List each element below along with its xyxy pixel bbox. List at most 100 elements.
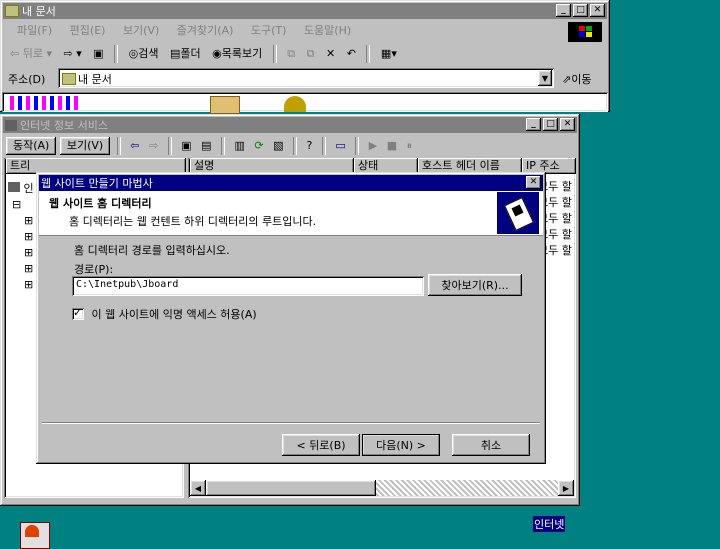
search-icon: ◎ xyxy=(128,47,139,60)
scroll-left-button[interactable]: ◀ xyxy=(190,480,206,496)
menu-favorites[interactable]: 즐겨찾기(A) xyxy=(170,22,241,40)
globe-icon[interactable] xyxy=(284,96,306,112)
tree-root[interactable]: 인 xyxy=(8,180,34,196)
help-icon[interactable]: ? xyxy=(304,139,316,152)
maximize-button[interactable]: □ xyxy=(573,4,588,17)
next-button[interactable]: 다음(N) > xyxy=(362,434,440,456)
back-button[interactable]: ⇦ 뒤로 ▾ xyxy=(6,47,56,60)
menu-file[interactable]: 파일(F) xyxy=(10,22,59,40)
file-icon[interactable] xyxy=(10,96,80,110)
path-label: 경로(P): xyxy=(74,263,114,276)
desktop-icon[interactable] xyxy=(20,522,50,549)
tree-expand-icon[interactable]: ⊟ xyxy=(12,198,21,211)
folders-button[interactable]: ▤폴더 xyxy=(166,47,205,60)
back-label: 뒤로 xyxy=(22,47,43,60)
iis-titlebar[interactable]: 인터넷 정보 서비스 _ □ ✕ xyxy=(3,117,577,133)
history-button[interactable]: ◉목록보기 xyxy=(208,47,266,60)
anon-access-checkbox-row[interactable]: ✓ 이 웹 사이트에 익명 액세스 허용(A) xyxy=(72,306,257,322)
computer-icon[interactable]: ▭ xyxy=(332,139,348,152)
toolbar-separator xyxy=(114,45,119,63)
go-button[interactable]: ⇗이동 xyxy=(562,71,591,87)
folders-icon: ▤ xyxy=(170,47,181,60)
forward-button[interactable]: ⇨ ▾ xyxy=(60,47,86,60)
wizard-title: 웹 사이트 만들기 마법사 xyxy=(41,177,153,190)
menu-help[interactable]: 도움말(H) xyxy=(297,22,358,40)
tree-expand-icon[interactable]: ⊞ xyxy=(24,278,33,291)
copy-to-icon[interactable]: ⧉ xyxy=(303,47,319,60)
iis-icon xyxy=(5,119,17,131)
play-icon[interactable]: ▶ xyxy=(366,139,380,152)
path-value: C:\Inetpub\Jboard xyxy=(76,279,179,290)
address-input[interactable]: 내 문서 ▼ xyxy=(58,68,554,88)
menu-view[interactable]: 보기(V) xyxy=(116,22,166,40)
stop-icon[interactable]: ■ xyxy=(384,139,400,152)
up-folder-icon[interactable]: ▣ xyxy=(178,139,194,152)
tree-expand-icon[interactable]: ⊞ xyxy=(24,246,33,259)
search-button[interactable]: ◎검색 xyxy=(125,47,163,60)
history-label: 목록보기 xyxy=(221,47,263,60)
path-input[interactable]: C:\Inetpub\Jboard xyxy=(72,276,424,296)
wizard-titlebar[interactable]: 웹 사이트 만들기 마법사 ✕ xyxy=(39,175,543,191)
pause-icon[interactable]: ⏸ xyxy=(404,139,416,152)
checkmark-icon: ✓ xyxy=(73,306,83,319)
toolbar-separator xyxy=(272,45,277,63)
wizard-heading: 웹 사이트 홈 디렉터리 xyxy=(49,197,152,210)
horizontal-scrollbar[interactable]: ◀ ▶ xyxy=(190,480,574,496)
anon-access-checkbox[interactable]: ✓ xyxy=(72,306,84,320)
view-menu[interactable]: 보기(V) xyxy=(59,137,111,155)
explorer-menubar: 파일(F) 편집(E) 보기(V) 즐겨찾기(A) 도구(T) 도움말(H) xyxy=(10,22,358,40)
menu-tools[interactable]: 도구(T) xyxy=(244,22,294,40)
menu-edit[interactable]: 편집(E) xyxy=(63,22,113,40)
move-to-icon[interactable]: ⧉ xyxy=(283,47,299,60)
address-label: 주소(D) xyxy=(8,73,46,86)
toolbar-separator xyxy=(355,137,360,155)
instruction-text: 홈 디렉터리 경로를 입력하십시오. xyxy=(74,244,230,257)
close-button[interactable]: ✕ xyxy=(590,4,605,17)
undo-icon[interactable]: ↶ xyxy=(343,47,360,60)
minimize-button[interactable]: _ xyxy=(526,118,541,131)
button-separator xyxy=(42,422,540,424)
views-icon[interactable]: ▦▾ xyxy=(377,47,401,60)
folder-icon xyxy=(62,73,76,85)
wizard-header: 웹 사이트 홈 디렉터리 홈 디렉터리는 웹 컨텐트 하위 디렉터리의 루트입니… xyxy=(39,191,543,236)
tree-expand-icon[interactable]: ⊞ xyxy=(24,262,33,275)
refresh-icon[interactable]: ⟳ xyxy=(251,139,266,152)
toolbar-separator xyxy=(116,137,121,155)
scroll-thumb[interactable] xyxy=(206,480,376,496)
explorer-toolbar: ⇦ 뒤로 ▾ ⇨ ▾ ▣ ◎검색 ▤폴더 ◉목록보기 ⧉ ⧉ ✕ ↶ ▦▾ xyxy=(6,44,401,64)
action-menu[interactable]: 동작(A) xyxy=(6,137,57,155)
scroll-right-button[interactable]: ▶ xyxy=(558,480,574,496)
export-icon[interactable]: ▧ xyxy=(270,139,286,152)
up-folder-icon[interactable]: ▣ xyxy=(89,47,107,60)
tree-expand-icon[interactable]: ⊞ xyxy=(24,214,33,227)
folder-icon[interactable] xyxy=(210,96,240,114)
address-dropdown-button[interactable]: ▼ xyxy=(538,70,552,86)
forward-arrow-icon[interactable]: ⇨ xyxy=(146,139,161,152)
close-button[interactable]: ✕ xyxy=(560,118,575,131)
iis-title: 인터넷 정보 서비스 xyxy=(20,119,108,132)
close-button[interactable]: ✕ xyxy=(526,176,541,189)
cancel-button[interactable]: 취소 xyxy=(452,434,530,456)
history-icon: ◉ xyxy=(212,47,222,60)
anon-access-label: 이 웹 사이트에 익명 액세스 허용(A) xyxy=(91,308,257,321)
tree-expand-icon[interactable]: ⊞ xyxy=(24,230,33,243)
minimize-button[interactable]: _ xyxy=(556,4,571,17)
back-button[interactable]: < 뒤로(B) xyxy=(282,434,360,456)
delete-icon[interactable]: ✕ xyxy=(322,47,339,60)
toolbar-separator xyxy=(167,137,172,155)
wizard-dialog: 웹 사이트 만들기 마법사 ✕ 웹 사이트 홈 디렉터리 홈 디렉터리는 웹 컨… xyxy=(36,172,546,464)
properties-icon[interactable]: ▥ xyxy=(231,139,247,152)
computer-icon xyxy=(8,182,20,192)
iis-toolbar: 동작(A) 보기(V) ⇦ ⇨ ▣ ▤ ▥ ⟳ ▧ ? ▭ ▶ ■ ⏸ xyxy=(6,136,415,156)
toolbar-separator xyxy=(321,137,326,155)
tree-root-label: 인 xyxy=(23,182,34,195)
desktop-icon-label[interactable]: 인터넷 xyxy=(533,516,566,532)
go-label: 이동 xyxy=(571,73,592,86)
browse-button[interactable]: 찾아보기(R)... xyxy=(428,274,522,296)
explorer-content xyxy=(2,92,608,114)
maximize-button[interactable]: □ xyxy=(543,118,558,131)
explorer-titlebar[interactable]: 내 문서 _ □ ✕ xyxy=(3,3,607,19)
show-tree-icon[interactable]: ▤ xyxy=(198,139,214,152)
address-bar: 주소(D) 내 문서 ▼ ⇗이동 xyxy=(4,68,604,88)
back-arrow-icon[interactable]: ⇦ xyxy=(127,139,142,152)
